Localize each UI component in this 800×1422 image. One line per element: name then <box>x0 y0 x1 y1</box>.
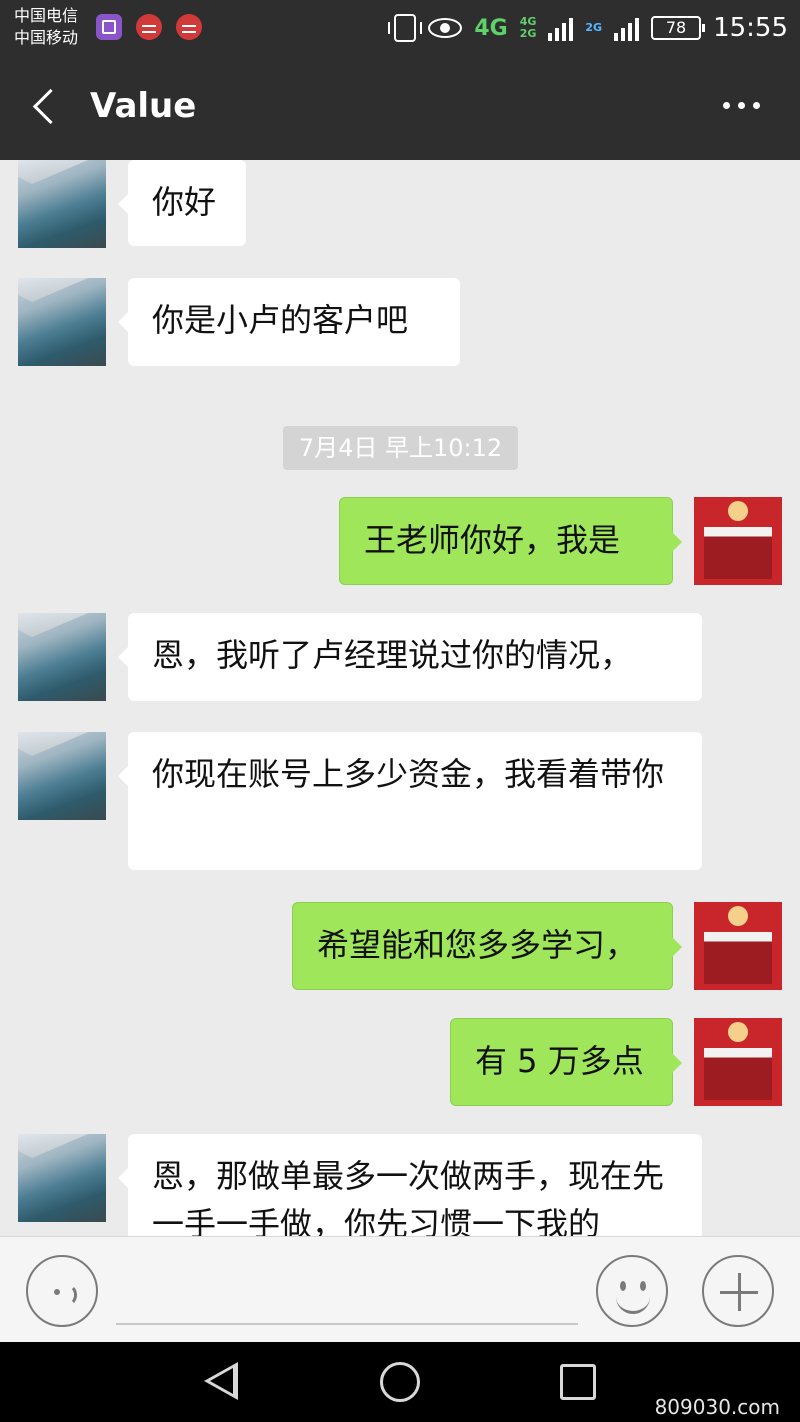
contact-avatar[interactable] <box>18 160 106 248</box>
message-bubble-outgoing[interactable]: 王老师你好，我是 <box>339 497 682 585</box>
message-bubble-incoming[interactable]: 恩，我听了卢经理说过你的情况， <box>118 613 702 701</box>
signal-bars-icon <box>614 15 640 41</box>
message-bubble-outgoing[interactable]: 希望能和您多多学习， <box>292 902 682 990</box>
contact-avatar[interactable] <box>18 613 106 701</box>
input-bar <box>0 1236 800 1342</box>
back-arrow-icon[interactable] <box>30 88 60 128</box>
carrier-names: 中国电信 中国移动 <box>14 5 78 49</box>
my-avatar[interactable] <box>694 1018 782 1106</box>
message-bubble-incoming[interactable]: 你现在账号上多少资金，我看着带你 <box>118 732 702 870</box>
app-notification-icon <box>136 14 162 40</box>
carrier-2: 中国移动 <box>14 28 79 47</box>
app-notification-icon <box>176 14 202 40</box>
gallery-notification-icon <box>96 14 122 40</box>
emoji-icon[interactable] <box>596 1255 668 1327</box>
voice-input-icon[interactable] <box>26 1255 98 1327</box>
message-bubble-incoming[interactable]: 你好 <box>118 160 246 246</box>
system-back-icon[interactable] <box>204 1362 244 1402</box>
watermark-text: 809030.com <box>654 1395 780 1419</box>
chat-messages[interactable]: 你好 你是小卢的客户吧 7月4日 早上10:12 王老师你好，我是 恩，我听了卢… <box>0 160 800 1236</box>
plus-icon[interactable] <box>702 1255 774 1327</box>
chat-title: Value <box>90 86 197 126</box>
status-icons: 4G 4G 2G 2G 78 15:55 <box>388 8 788 48</box>
more-options-icon[interactable] <box>723 102 760 109</box>
network-type: 4G <box>474 15 508 41</box>
my-avatar[interactable] <box>694 902 782 990</box>
status-bar: 中国电信 中国移动 4G 4G 2G 2G 78 15:55 <box>0 0 800 56</box>
my-avatar[interactable] <box>694 497 782 585</box>
contact-avatar[interactable] <box>18 732 106 820</box>
system-recents-icon[interactable] <box>560 1364 596 1400</box>
eye-comfort-icon <box>428 18 463 38</box>
contact-avatar[interactable] <box>18 278 106 366</box>
contact-avatar[interactable] <box>18 1134 106 1222</box>
battery-icon: 78 <box>651 16 706 40</box>
chat-header: Value <box>0 56 800 160</box>
system-home-icon[interactable] <box>380 1362 420 1402</box>
message-timestamp: 7月4日 早上10:12 <box>283 426 518 470</box>
message-bubble-outgoing[interactable]: 有 5 万多点 <box>450 1018 682 1106</box>
network-type-tertiary: 2G <box>585 21 603 34</box>
signal-bars-icon <box>548 15 574 41</box>
network-type-secondary: 4G 2G <box>519 15 537 40</box>
message-bubble-incoming[interactable]: 恩，那做单最多一次做两手，现在先一手一手做，你先习惯一下我的 <box>118 1134 702 1236</box>
carrier-1: 中国电信 <box>14 6 79 25</box>
message-input[interactable] <box>116 1323 578 1325</box>
message-bubble-incoming[interactable]: 你是小卢的客户吧 <box>118 278 460 366</box>
vibrate-icon <box>388 14 423 42</box>
clock: 15:55 <box>713 13 788 43</box>
